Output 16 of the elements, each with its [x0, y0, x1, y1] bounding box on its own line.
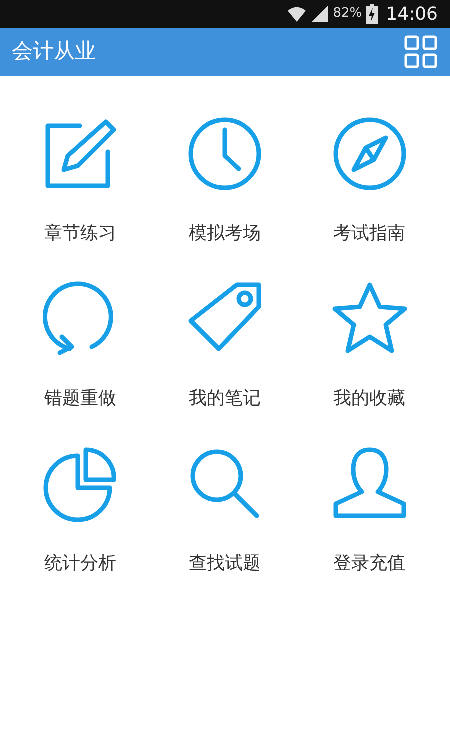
menu-label[interactable]: 模拟考场	[188, 220, 261, 247]
menu-label[interactable]: 查找试题	[188, 550, 261, 577]
charging-battery-icon	[366, 4, 378, 24]
menu-label[interactable]: 我的笔记	[188, 385, 261, 412]
battery-percent: 82%	[333, 5, 362, 24]
grid-menu-icon[interactable]	[404, 35, 438, 69]
menu-label[interactable]: 我的收藏	[334, 385, 406, 412]
signal-icon	[311, 5, 330, 23]
menu-label[interactable]: 登录充值	[334, 550, 406, 577]
menu-label[interactable]: 考试指南	[334, 220, 406, 247]
menu-label[interactable]: 错题重做	[44, 385, 116, 412]
menu-label[interactable]: 章节练习	[44, 220, 116, 247]
menu-label[interactable]: 统计分析	[44, 550, 116, 577]
wifi-icon	[287, 5, 308, 23]
app-title: 会计从业	[12, 38, 96, 66]
clock-time: 14:06	[386, 2, 438, 26]
